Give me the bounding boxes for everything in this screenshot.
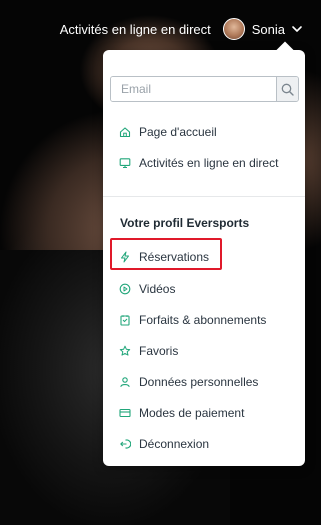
chevron-down-icon[interactable] — [291, 23, 303, 35]
live-activities-link[interactable]: Activités en ligne en direct — [60, 22, 211, 37]
user-name[interactable]: Sonia — [252, 22, 285, 37]
lightning-icon — [121, 251, 129, 263]
search-icon — [281, 83, 294, 96]
nav-item-label: Activités en ligne en direct — [139, 156, 279, 170]
monitor-icon — [119, 158, 131, 169]
logout-icon — [120, 439, 131, 449]
user-dropdown-menu: Page d'accueil Activités en ligne en dir… — [103, 50, 305, 466]
pass-icon — [120, 315, 130, 326]
nav-item-home[interactable]: Page d'accueil — [119, 125, 217, 139]
nav-item-live-activities[interactable]: Activités en ligne en direct — [119, 156, 278, 170]
menu-item-label: Forfaits & abonnements — [139, 313, 267, 327]
search-box — [110, 76, 299, 102]
search-button[interactable] — [276, 77, 298, 101]
menu-item-label: Données personnelles — [139, 375, 259, 389]
menu-item-label: Modes de paiement — [139, 406, 245, 420]
menu-item-payment-methods[interactable]: Modes de paiement — [119, 406, 244, 420]
person-icon — [120, 377, 130, 388]
menu-item-label: Déconnexion — [139, 437, 210, 451]
search-input[interactable] — [111, 77, 276, 101]
avatar[interactable] — [222, 18, 245, 40]
menu-item-reservations[interactable]: Réservations — [119, 250, 209, 264]
menu-item-label: Vidéos — [139, 282, 176, 296]
menu-item-label: Favoris — [139, 344, 179, 358]
menu-item-videos[interactable]: Vidéos — [119, 282, 175, 296]
menu-item-passes[interactable]: Forfaits & abonnements — [119, 313, 266, 327]
menu-item-label: Réservations — [139, 250, 210, 264]
card-icon — [119, 408, 131, 418]
menu-divider — [103, 196, 305, 197]
nav-item-label: Page d'accueil — [139, 125, 217, 139]
star-icon — [119, 345, 131, 356]
play-icon — [119, 283, 131, 295]
profile-section-title: Votre profil Eversports — [120, 216, 250, 230]
menu-item-logout[interactable]: Déconnexion — [119, 437, 209, 451]
home-icon — [119, 127, 131, 138]
menu-item-personal-data[interactable]: Données personnelles — [119, 375, 258, 389]
menu-item-favorites[interactable]: Favoris — [119, 344, 178, 358]
